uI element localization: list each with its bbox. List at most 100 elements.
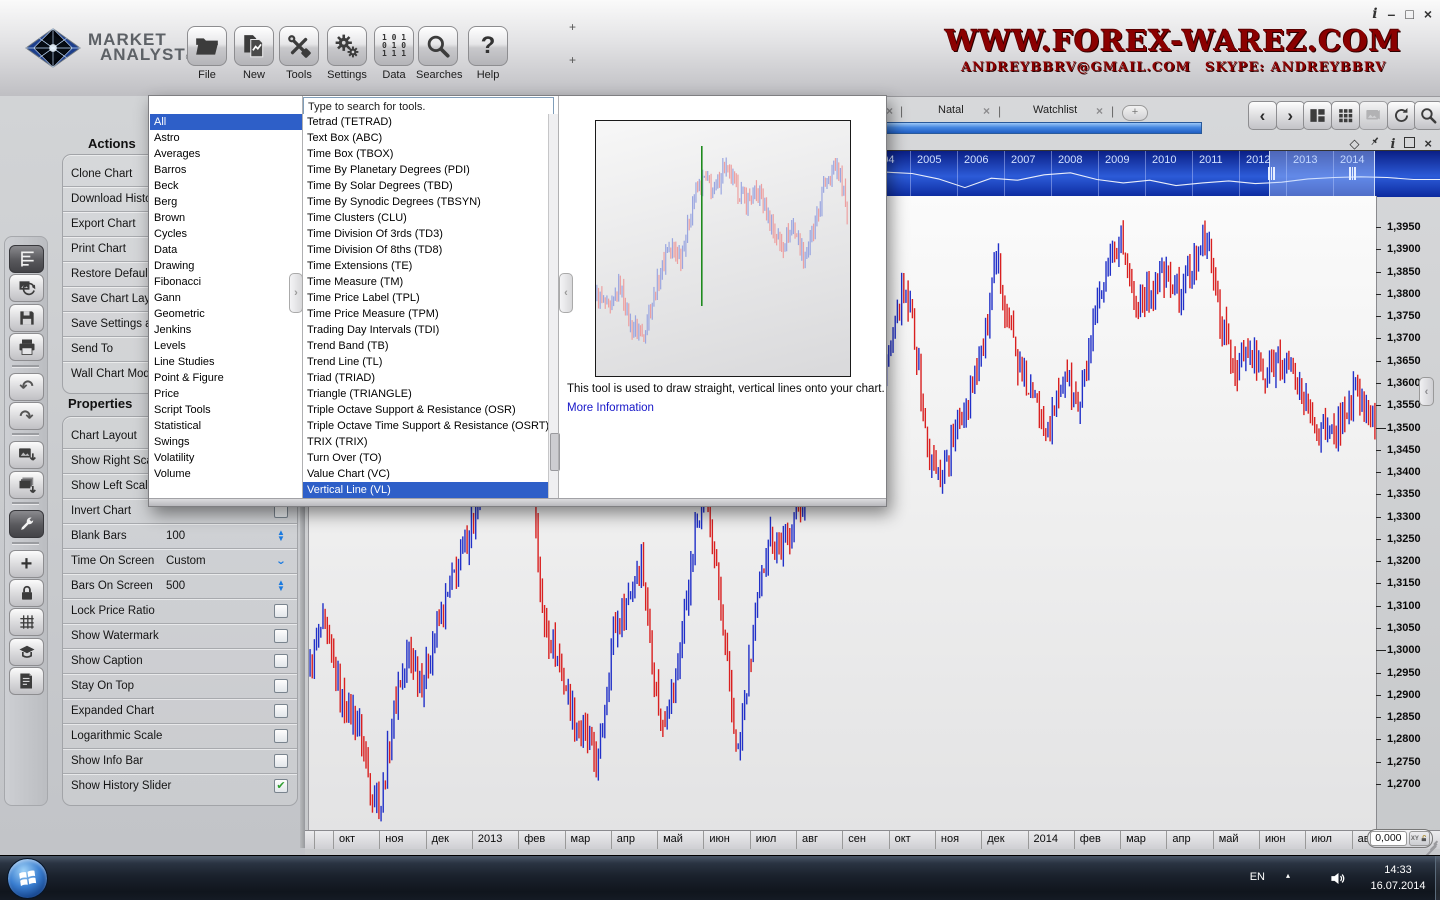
category-item[interactable]: Line Studies [150,354,302,370]
speaker-icon[interactable] [1329,869,1348,888]
info-icon[interactable]: i [1372,6,1377,22]
property-row[interactable]: Logarithmic Scale [63,724,297,749]
toolbar-button-searches[interactable]: Searches [416,26,462,81]
price-scale[interactable]: 1,3950 1,3900 1,3850 1,3800 1,3750 1,3700 1,36… [1376,196,1436,830]
tab-natal[interactable]: Natal [938,104,964,116]
tool-item[interactable]: Time Box (TBOX) [303,146,548,162]
category-item[interactable]: Volatility [150,450,302,466]
property-control[interactable] [271,624,291,648]
category-item[interactable]: Beck [150,178,302,194]
property-control[interactable] [271,724,291,748]
category-item[interactable]: Script Tools [150,402,302,418]
tray-language[interactable]: EN [1250,871,1265,883]
strip-chart-levels-button[interactable] [9,245,44,273]
property-control[interactable] [271,599,291,623]
checkbox-icon[interactable] [274,629,288,643]
toolbar-button-data[interactable]: 1 0 10 1 01 1 1 Data [372,26,416,81]
category-item[interactable]: All [150,114,302,130]
tool-item[interactable]: Time Division Of 3rds (TD3) [303,226,548,242]
strip-notes-button[interactable] [9,667,44,696]
checkbox-icon[interactable]: ✔ [274,779,288,793]
tool-item[interactable]: Tetrad (TETRAD) [303,114,548,130]
history-handle-right[interactable] [1349,167,1357,180]
category-item[interactable]: Statistical [150,418,302,434]
toolbar-button-settings[interactable]: Settings [325,26,369,81]
category-item[interactable]: Swings [150,434,302,450]
strip-redo-button[interactable]: ↷ [9,402,44,430]
category-item[interactable]: Cycles [150,226,302,242]
category-item[interactable]: Jenkins [150,322,302,338]
more-information-link[interactable]: More Information [567,402,654,414]
resize-grip[interactable] [1424,840,1438,857]
tool-item[interactable]: Triple Octave Support & Resistance (OSR) [303,402,548,418]
category-item[interactable]: Point & Figure [150,370,302,386]
category-item[interactable]: Brown [150,210,302,226]
tool-item[interactable]: Trading Day Intervals (TDI) [303,322,548,338]
property-row[interactable]: Show Caption [63,649,297,674]
strip-export-image-button[interactable] [9,441,44,470]
category-item[interactable]: Barros [150,162,302,178]
maximize-icon[interactable]: □ [1405,6,1413,22]
tool-item[interactable]: Time Clusters (CLU) [303,210,548,226]
tool-item[interactable]: Time Extensions (TE) [303,258,548,274]
tool-item[interactable]: Time By Synodic Degrees (TBSYN) [303,194,548,210]
tool-item[interactable]: TRIX (TRIX) [303,434,548,450]
property-row[interactable]: Show Watermark [63,624,297,649]
strip-lock-button[interactable] [9,579,44,607]
tool-item[interactable]: Time By Solar Degrees (TBD) [303,178,548,194]
property-control[interactable] [271,699,291,723]
tool-item[interactable]: Triple Octave Time Support & Resistance … [303,418,548,434]
tab-eur-close-icon[interactable]: × [886,104,893,118]
time-axis[interactable]: окт ноя дек 2013 фев мар апр май июн июл авг сен окт… [305,830,1440,849]
history-handle-left[interactable] [1268,167,1276,180]
category-item[interactable]: Averages [150,146,302,162]
toolbar-button-tools[interactable]: Tools [277,26,321,81]
history-selection[interactable] [1269,151,1375,197]
strip-education-button[interactable] [9,637,44,666]
property-control[interactable]: ▲ ▼ [271,524,291,548]
category-item[interactable]: Price [150,386,302,402]
stepper-icon[interactable]: ▲ ▼ [277,529,285,543]
strip-undo-button[interactable]: ↶ [9,372,44,401]
tool-item[interactable]: Turn Over (TO) [303,450,548,466]
scale-collapse-button[interactable]: ‹ [1419,377,1434,406]
strip-image-refresh-button[interactable] [9,274,44,303]
toolbar-button-new[interactable]: New [232,26,276,81]
strip-grid-button[interactable] [9,608,44,637]
category-item[interactable]: Fibonacci [150,274,302,290]
chart-toolbar-chevron-right[interactable]: › [1275,101,1305,130]
tray-expand-icon[interactable]: ▴ [1286,871,1290,880]
checkbox-icon[interactable] [274,729,288,743]
tool-item[interactable]: Time By Planetary Degrees (PDI) [303,162,548,178]
start-button[interactable] [7,858,48,899]
tool-item[interactable]: Vertical Line (VL) [303,482,548,498]
property-control[interactable]: ▲ ▼ [271,574,291,598]
tool-item[interactable]: Triangle (TRIANGLE) [303,386,548,402]
collapse-preview-button[interactable]: ‹ [559,273,573,313]
tool-item[interactable]: Time Price Label (TPL) [303,290,548,306]
tool-item[interactable]: Trend Line (TL) [303,354,548,370]
tool-item[interactable]: Value Chart (VC) [303,466,548,482]
chart-toolbar-chevron-left[interactable]: ‹ [1248,101,1277,130]
category-item[interactable]: Astro [150,130,302,146]
category-item[interactable]: Volume [150,466,302,482]
property-row[interactable]: Time On Screen Custom ⌄ [63,549,297,574]
toolbar-button-help[interactable]: ? Help [466,26,510,81]
strip-export-images-button[interactable] [9,470,44,499]
collapse-categories-button[interactable]: › [289,273,303,313]
tray-clock[interactable]: 14:33 16.07.2014 [1362,862,1434,894]
property-row[interactable]: Expanded Chart [63,699,297,724]
minimize-icon[interactable]: – [1388,6,1396,22]
show-desktop-button[interactable] [1435,856,1440,900]
new-tab-button[interactable]: + [1122,105,1148,121]
category-item[interactable]: Berg [150,194,302,210]
property-control[interactable] [271,649,291,673]
tool-item[interactable]: Trend Band (TB) [303,338,548,354]
tool-item[interactable]: Triad (TRIAD) [303,370,548,386]
property-row[interactable]: Show Info Bar [63,749,297,774]
chart-toolbar-layout[interactable] [1303,101,1333,130]
checkbox-icon[interactable] [274,654,288,668]
property-control[interactable]: ⌄ [271,549,291,573]
tab-natal-close-icon[interactable]: × [983,104,990,118]
tool-item[interactable]: Time Measure (TM) [303,274,548,290]
